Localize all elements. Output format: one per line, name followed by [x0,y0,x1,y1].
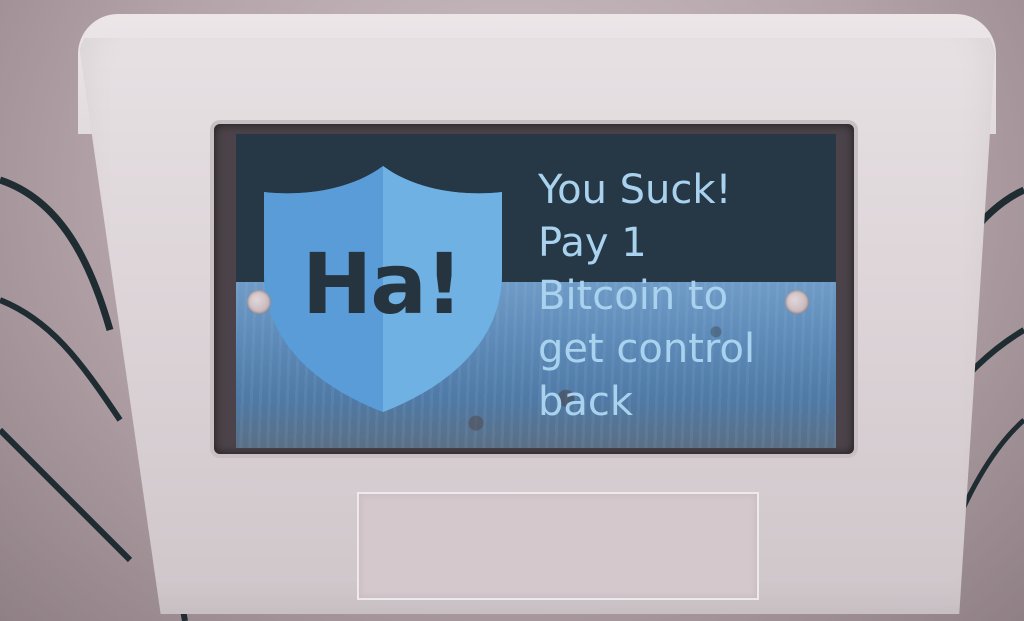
message-line: back [538,379,634,425]
message-line: get control [538,326,756,372]
photo-scene: Ha! You Suck! Pay 1 Bitcoin to get contr… [0,0,1024,621]
mounting-screw-right [785,290,809,314]
message-line: You Suck! [538,167,732,213]
message-line: Bitcoin to [538,273,729,319]
ransom-message: You Suck! Pay 1 Bitcoin to get control b… [538,164,828,429]
message-line: Pay 1 [538,220,647,266]
blank-label-plate [357,492,759,600]
shield-text: Ha! [302,235,463,333]
lcd-screen: Ha! You Suck! Pay 1 Bitcoin to get contr… [236,134,836,448]
mounting-screw-left [247,290,271,314]
